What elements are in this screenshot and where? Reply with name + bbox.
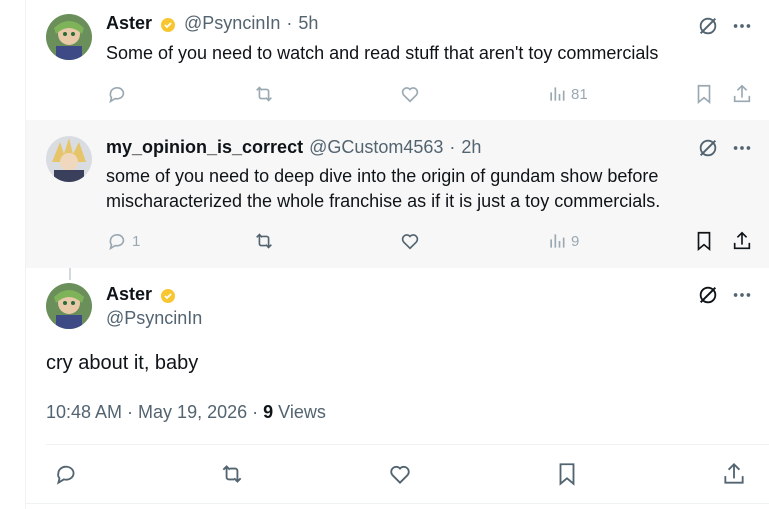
bookmark-button[interactable] [693,83,715,105]
tweet-text: some of you need to deep dive into the o… [106,166,661,211]
grok-icon[interactable] [697,284,719,311]
views-button[interactable]: 81 [547,84,588,104]
retweet-icon [256,233,272,249]
reply-button[interactable] [106,83,128,105]
time[interactable]: 5h [298,13,318,34]
timestamp[interactable]: 10:48 AM · May 19, 2026 · [46,402,263,422]
like-button[interactable] [399,230,421,252]
retweet-button[interactable] [252,230,276,252]
timestamp-row: 10:48 AM · May 19, 2026 · 9 Views [46,402,326,423]
share-button[interactable] [721,461,747,487]
bookmark-icon [559,463,575,486]
badge-icon [158,14,178,34]
reply-icon [56,465,75,485]
main-header: Aster [106,284,178,305]
main-tweet-text: cry about it, baby [46,352,199,374]
like-button[interactable] [387,461,413,487]
avatar[interactable] [46,283,92,329]
retweet-button[interactable] [218,461,246,487]
share-button[interactable] [731,83,753,105]
share-icon [733,231,751,250]
handle[interactable]: @PsyncinIn [106,308,202,329]
divider [46,444,769,445]
avatar[interactable] [46,136,92,182]
views-count: 9 [571,232,580,250]
bookmark-button[interactable] [554,461,580,487]
grok-icon[interactable] [697,15,719,42]
display-name[interactable]: Aster [106,284,152,305]
views-count: 9 [263,402,274,422]
like-button[interactable] [399,83,421,105]
grok-icon[interactable] [697,137,719,164]
tweet-text: Some of you need to watch and read stuff… [106,43,659,63]
display-name[interactable]: Aster [106,13,152,34]
thread-line [69,268,71,280]
reply-icon [109,86,125,104]
share-button[interactable] [731,230,753,252]
reply-icon [109,233,125,251]
views-button[interactable]: 9 [547,231,579,251]
retweet-icon [256,86,272,102]
tweet1-header: Aster @PsyncinIn · 5h [106,13,318,34]
handle[interactable]: @PsyncinIn [184,13,280,34]
reply-button[interactable] [53,461,79,487]
retweet-icon [222,465,242,483]
retweet-button[interactable] [252,83,276,105]
bottom-divider [26,503,769,504]
avatar[interactable] [46,14,92,60]
bookmark-icon [697,231,711,252]
badge-icon [158,285,178,305]
reply-button[interactable]: 1 [106,230,140,252]
like-icon [401,234,419,250]
more-icon[interactable] [731,284,753,311]
share-icon [724,462,744,484]
more-icon[interactable] [731,15,753,42]
views-icon [550,87,565,101]
bookmark-button[interactable] [693,230,715,252]
handle[interactable]: @GCustom4563 [309,137,443,158]
display-name[interactable]: my_opinion_is_correct [106,137,303,158]
like-icon [390,465,410,484]
separator-dot: · [449,137,456,157]
separator-dot: · [286,13,293,33]
reply-count: 1 [132,232,141,250]
bookmark-icon [697,84,711,105]
share-icon [733,84,751,103]
views-icon [550,234,565,248]
like-icon [401,87,419,103]
views-label: Views [278,402,326,422]
more-icon[interactable] [731,137,753,164]
views-count: 81 [571,85,588,103]
tweet2-header: my_opinion_is_correct @GCustom4563 · 2h [106,137,481,158]
time[interactable]: 2h [461,137,481,158]
